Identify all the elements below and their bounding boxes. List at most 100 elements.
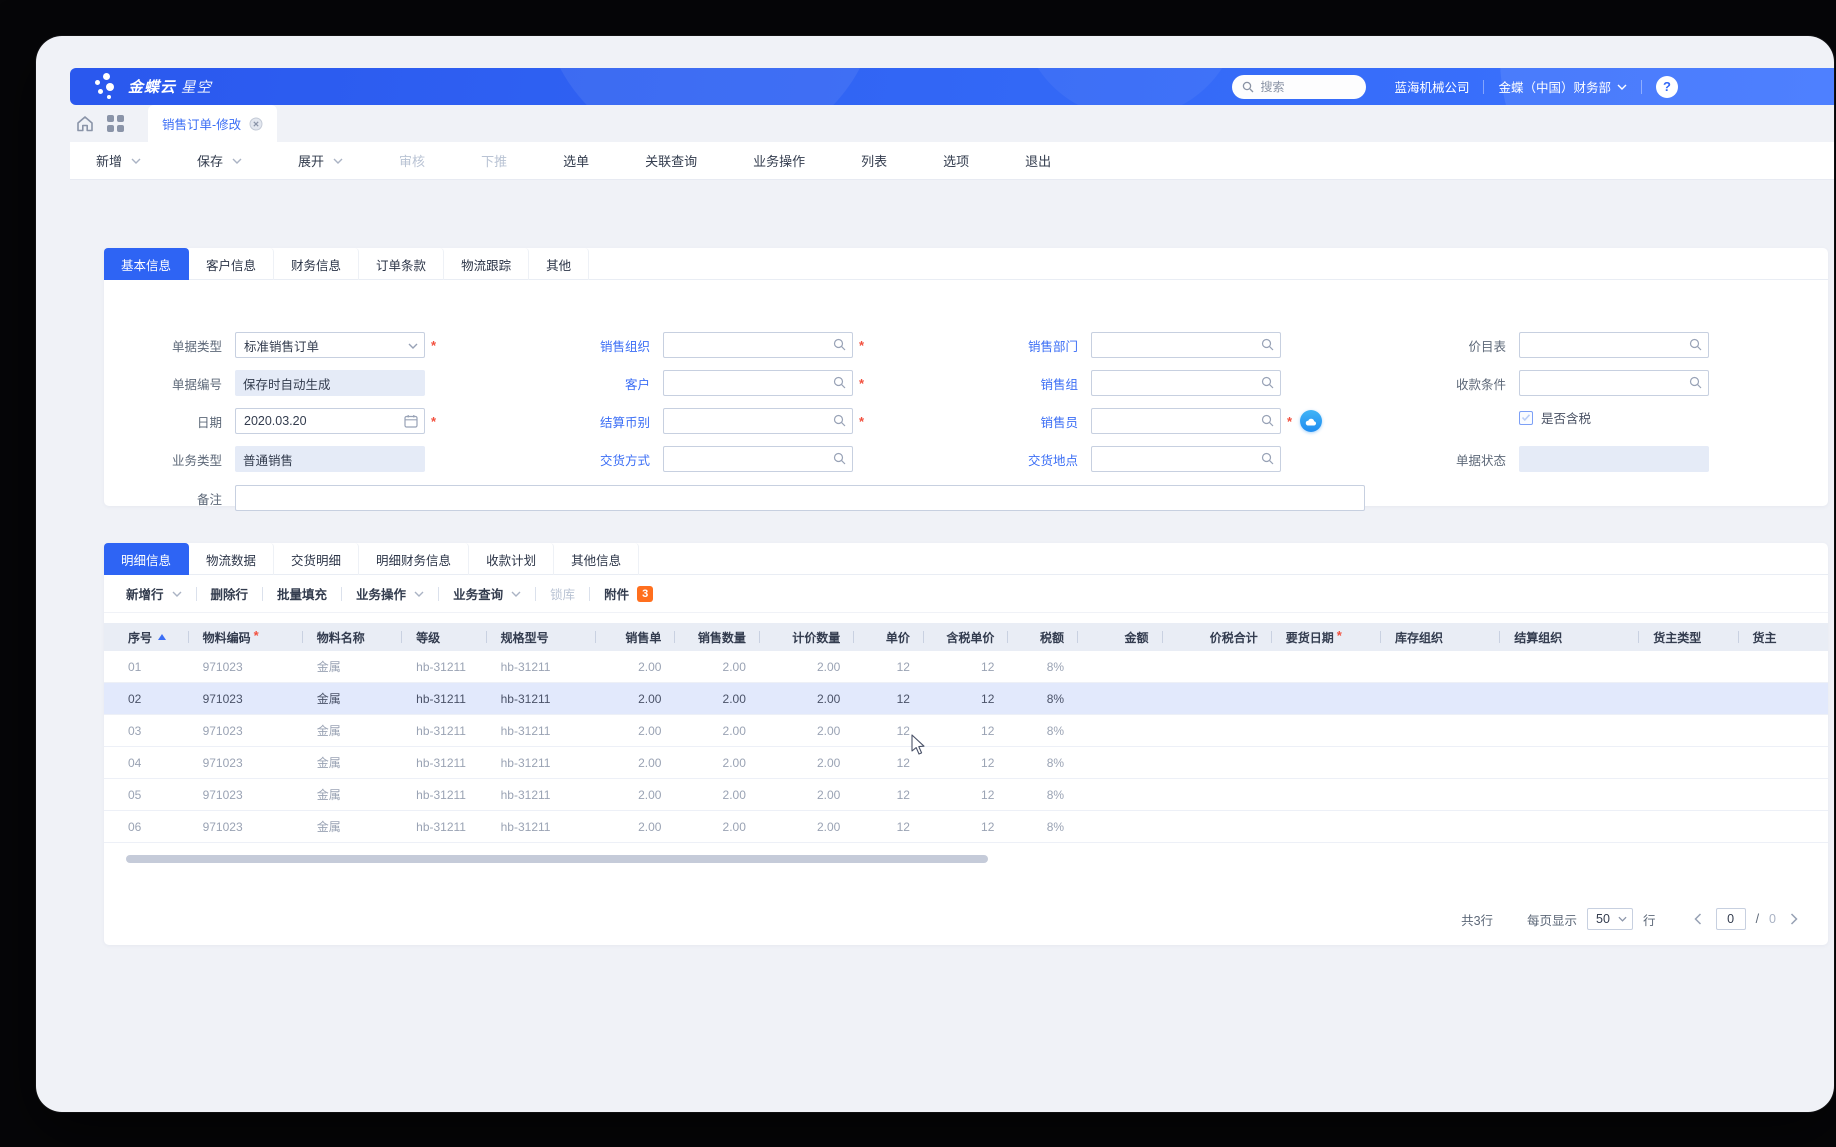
doc-type-input[interactable]: 标准销售订单: [235, 332, 425, 358]
table-cell[interactable]: 2.00: [675, 660, 759, 674]
toolbar-button-选单[interactable]: 选单: [563, 151, 589, 170]
remarks-input[interactable]: [235, 485, 1365, 511]
tab-其他[interactable]: 其他: [529, 248, 589, 280]
detail-toolbar-button-附件[interactable]: 附件3: [604, 584, 653, 603]
sales-group-label[interactable]: 销售组: [968, 374, 1078, 393]
sales-group-lookup[interactable]: [1091, 370, 1281, 396]
detail-toolbar-button-删除行[interactable]: 删除行: [211, 584, 249, 603]
table-cell[interactable]: 12: [924, 660, 1008, 674]
column-header-计价数量[interactable]: 计价数量: [760, 623, 854, 651]
close-tab-icon[interactable]: [249, 117, 263, 131]
page-number-input[interactable]: 0: [1716, 908, 1746, 930]
table-row[interactable]: 05971023金属hb-31211hb-312112.002.002.0012…: [104, 779, 1828, 811]
table-cell[interactable]: 8%: [1008, 660, 1078, 674]
doc-no-input[interactable]: 保存时自动生成: [235, 370, 425, 396]
price-list-lookup[interactable]: [1519, 332, 1709, 358]
table-cell[interactable]: 2.00: [675, 788, 759, 802]
table-cell[interactable]: 02: [104, 692, 189, 706]
table-cell[interactable]: 金属: [303, 818, 402, 835]
delivery-place-lookup[interactable]: [1091, 446, 1281, 472]
table-cell[interactable]: 金属: [303, 690, 402, 707]
table-cell[interactable]: 06: [104, 820, 189, 834]
salesperson-lookup[interactable]: [1091, 408, 1281, 434]
sales-org-label[interactable]: 销售组织: [540, 336, 650, 355]
tax-included-checkbox[interactable]: [1519, 411, 1533, 425]
delivery-method-label[interactable]: 交货方式: [540, 450, 650, 469]
column-header-等级[interactable]: 等级: [402, 623, 486, 651]
payment-terms-lookup[interactable]: [1519, 370, 1709, 396]
table-cell[interactable]: 12: [854, 756, 924, 770]
sales-dept-lookup[interactable]: [1091, 332, 1281, 358]
column-header-含税单价[interactable]: 含税单价: [924, 623, 1008, 651]
sales-org-lookup[interactable]: [663, 332, 853, 358]
salesperson-label[interactable]: 销售员: [968, 412, 1078, 431]
column-header-销售数量[interactable]: 销售数量: [675, 623, 759, 651]
table-cell[interactable]: 03: [104, 724, 189, 738]
toolbar-button-列表[interactable]: 列表: [861, 151, 887, 170]
column-header-货主[interactable]: 货主: [1739, 623, 1828, 651]
detail-toolbar-button-批量填充[interactable]: 批量填充: [277, 584, 327, 603]
table-cell[interactable]: 金属: [303, 754, 402, 771]
column-header-金额[interactable]: 金额: [1078, 623, 1162, 651]
table-cell[interactable]: 2.00: [760, 660, 854, 674]
detail-tab-其他信息[interactable]: 其他信息: [554, 543, 639, 575]
table-cell[interactable]: 2.00: [675, 756, 759, 770]
tab-基本信息[interactable]: 基本信息: [104, 248, 189, 280]
settle-currency-lookup[interactable]: [663, 408, 853, 434]
cloud-sync-button[interactable]: [1300, 410, 1322, 432]
table-cell[interactable]: 2.00: [596, 788, 676, 802]
table-cell[interactable]: 2.00: [760, 756, 854, 770]
column-header-价税合计[interactable]: 价税合计: [1163, 623, 1272, 651]
date-input[interactable]: 2020.03.20: [235, 408, 425, 434]
table-cell[interactable]: 971023: [189, 788, 303, 802]
table-cell[interactable]: 12: [924, 724, 1008, 738]
business-type-input[interactable]: 普通销售: [235, 446, 425, 472]
detail-tab-明细信息[interactable]: 明细信息: [104, 543, 189, 575]
table-cell[interactable]: 12: [924, 820, 1008, 834]
column-header-库存组织[interactable]: 库存组织: [1381, 623, 1500, 651]
table-cell[interactable]: 971023: [189, 756, 303, 770]
tab-物流跟踪[interactable]: 物流跟踪: [444, 248, 529, 280]
table-cell[interactable]: 2.00: [596, 820, 676, 834]
table-cell[interactable]: 金属: [303, 722, 402, 739]
org-switcher[interactable]: 金蝶（中国）财务部: [1498, 77, 1627, 96]
toolbar-button-选项[interactable]: 选项: [943, 151, 969, 170]
column-header-销售单[interactable]: 销售单: [596, 623, 676, 651]
table-cell[interactable]: 2.00: [596, 660, 676, 674]
doc-status-input[interactable]: [1519, 446, 1709, 472]
table-cell[interactable]: hb-31211: [402, 756, 486, 770]
detail-tab-收款计划[interactable]: 收款计划: [469, 543, 554, 575]
delivery-method-lookup[interactable]: [663, 446, 853, 472]
help-button[interactable]: ?: [1656, 76, 1678, 98]
table-cell[interactable]: 12: [924, 692, 1008, 706]
column-header-规格型号[interactable]: 规格型号: [487, 623, 596, 651]
table-cell[interactable]: 12: [854, 660, 924, 674]
table-cell[interactable]: 01: [104, 660, 189, 674]
detail-tab-物流数据[interactable]: 物流数据: [189, 543, 274, 575]
table-cell[interactable]: hb-31211: [402, 788, 486, 802]
table-cell[interactable]: 04: [104, 756, 189, 770]
toolbar-button-关联查询[interactable]: 关联查询: [645, 151, 697, 170]
customer-lookup[interactable]: [663, 370, 853, 396]
detail-toolbar-button-新增行[interactable]: 新增行: [126, 584, 182, 603]
table-cell[interactable]: 2.00: [596, 692, 676, 706]
sales-dept-label[interactable]: 销售部门: [968, 336, 1078, 355]
horizontal-scrollbar-thumb[interactable]: [126, 855, 988, 863]
table-cell[interactable]: 2.00: [675, 820, 759, 834]
per-page-select[interactable]: 50: [1587, 908, 1633, 930]
table-cell[interactable]: 2.00: [675, 724, 759, 738]
table-cell[interactable]: 2.00: [675, 692, 759, 706]
table-cell[interactable]: 12: [924, 756, 1008, 770]
table-cell[interactable]: 2.00: [760, 692, 854, 706]
table-cell[interactable]: hb-31211: [402, 820, 486, 834]
table-cell[interactable]: 12: [854, 820, 924, 834]
detail-tab-明细财务信息[interactable]: 明细财务信息: [359, 543, 469, 575]
table-row[interactable]: 01971023金属hb-31211hb-312112.002.002.0012…: [104, 651, 1828, 683]
table-row[interactable]: 02971023金属hb-31211hb-312112.002.002.0012…: [104, 683, 1828, 715]
toolbar-button-保存[interactable]: 保存: [197, 151, 242, 170]
table-cell[interactable]: hb-31211: [402, 692, 486, 706]
column-header-税额[interactable]: 税额: [1008, 623, 1078, 651]
table-cell[interactable]: 8%: [1008, 820, 1078, 834]
table-cell[interactable]: 12: [854, 724, 924, 738]
column-header-货主类型[interactable]: 货主类型: [1639, 623, 1738, 651]
